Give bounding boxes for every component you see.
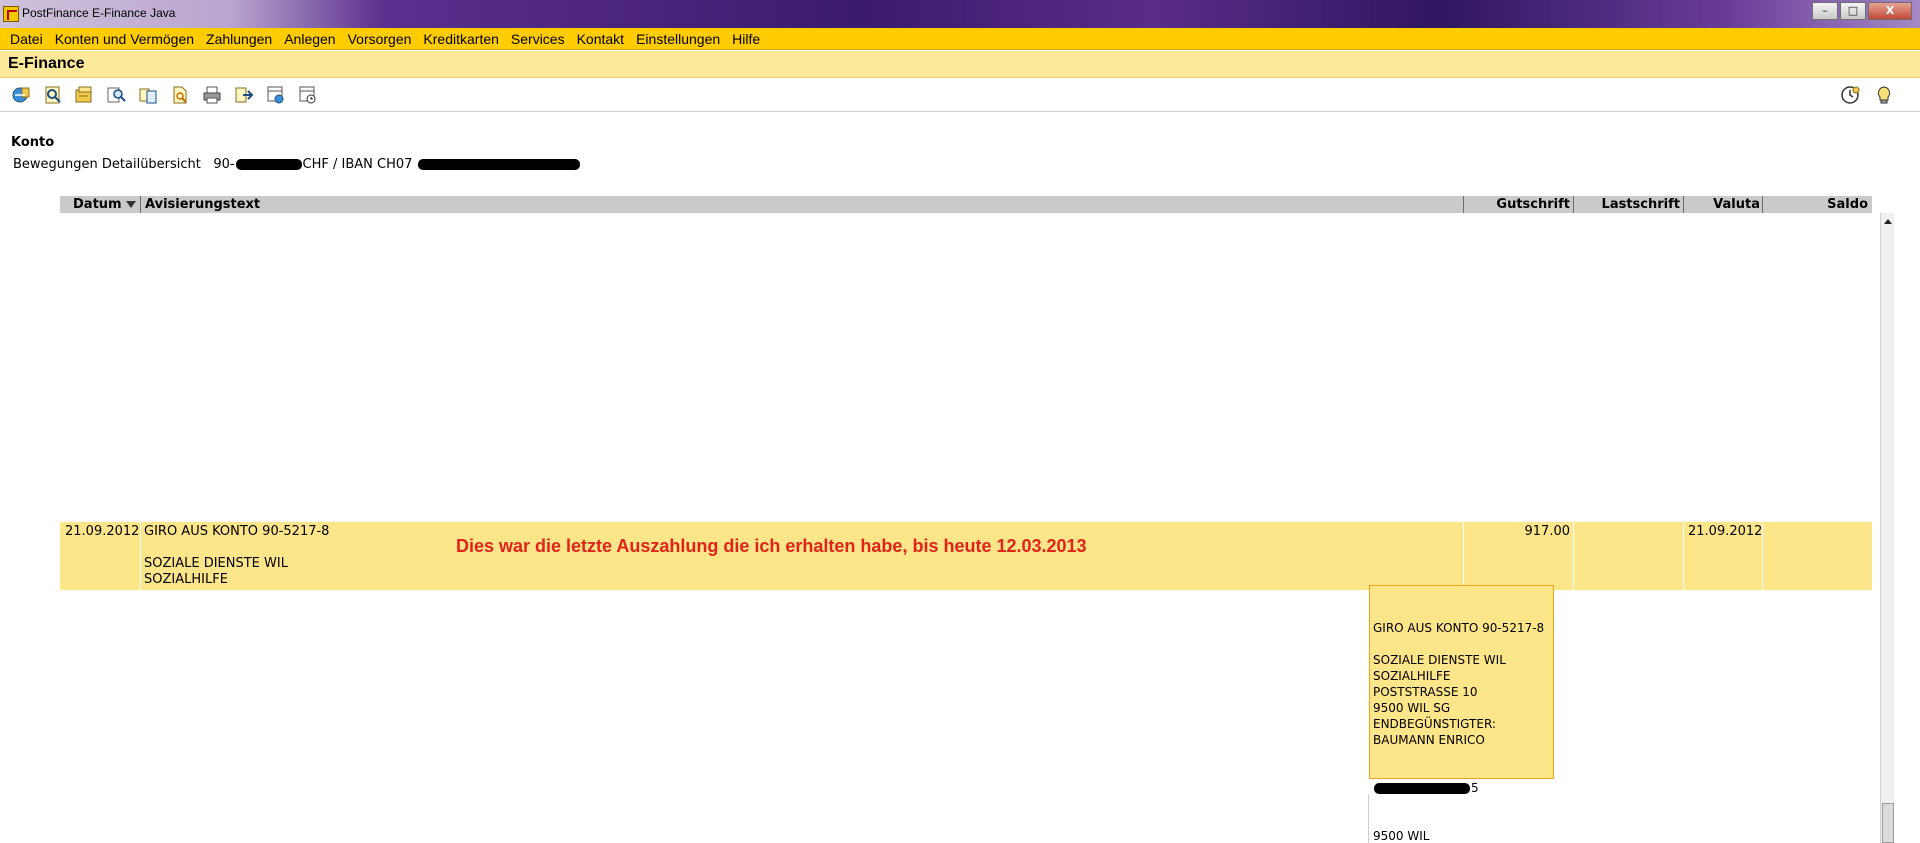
- column-header-datum[interactable]: Datum: [73, 197, 136, 212]
- column-header-gutschrift[interactable]: Gutschrift: [1464, 197, 1570, 212]
- tooltip-divider: [1368, 794, 1369, 843]
- close-button[interactable]: X: [1868, 2, 1912, 20]
- menu-kontakt[interactable]: Kontakt: [571, 31, 630, 47]
- redacted-account-number: [235, 159, 302, 170]
- window-controls: – □ X: [1812, 2, 1912, 20]
- currency-iban-label: CHF / IBAN CH07: [302, 157, 413, 172]
- preview-icon[interactable]: [266, 85, 286, 105]
- menu-anlegen[interactable]: Anlegen: [278, 31, 341, 47]
- scroll-up-icon[interactable]: [1881, 215, 1894, 228]
- export-icon[interactable]: [234, 85, 254, 105]
- sort-desc-icon: [125, 201, 136, 208]
- detail-label: Bewegungen Detailübersicht: [13, 157, 201, 172]
- menu-datei[interactable]: Datei: [4, 31, 49, 47]
- redacted-account: [1374, 783, 1470, 794]
- tooltip-text-top: GIRO AUS KONTO 90-5217-8 SOZIALE DIENSTE…: [1373, 621, 1545, 747]
- timer-document-icon[interactable]: [298, 85, 318, 105]
- account-detail-line: Bewegungen Detailübersicht 90- CHF / IBAN…: [13, 157, 581, 172]
- app-title: E-Finance: [8, 55, 85, 72]
- section-title: Konto: [11, 135, 55, 150]
- account-prefix: 90-: [213, 157, 235, 172]
- copy-documents-icon[interactable]: [138, 85, 158, 105]
- print-icon[interactable]: [202, 85, 222, 105]
- annotation-text: Dies war die letzte Auszahlung die ich e…: [456, 536, 1087, 556]
- accounts-overview-icon[interactable]: [11, 85, 31, 105]
- menu-konten-und-vermoegen[interactable]: Konten und Vermögen: [49, 31, 200, 47]
- menu-einstellungen[interactable]: Einstellungen: [630, 31, 726, 47]
- cell-avisierungstext: GIRO AUS KONTO 90-5217-8 SOZIALE DIENSTE…: [144, 524, 330, 587]
- vertical-scrollbar[interactable]: [1880, 213, 1894, 843]
- folders-icon[interactable]: [74, 85, 94, 105]
- window-title: PostFinance E-Finance Java: [22, 6, 176, 20]
- tooltip-redacted-line: 5: [1373, 780, 1550, 796]
- cell-datum: 21.09.2012: [65, 524, 140, 539]
- cell-gutschrift: 917.00: [1524, 524, 1571, 539]
- menu-services[interactable]: Services: [505, 31, 571, 47]
- menu-hilfe[interactable]: Hilfe: [726, 31, 766, 47]
- scroll-thumb[interactable]: [1882, 803, 1894, 843]
- column-header-saldo[interactable]: Saldo: [1763, 197, 1868, 212]
- search-file-icon[interactable]: [170, 85, 190, 105]
- table-header: Datum Avisierungstext Gutschrift Lastsch…: [60, 196, 1872, 213]
- maximize-button[interactable]: □: [1840, 2, 1866, 20]
- search-document-icon[interactable]: [43, 85, 63, 105]
- row-tooltip: GIRO AUS KONTO 90-5217-8 SOZIALE DIENSTE…: [1369, 585, 1554, 843]
- tips-bulb-icon[interactable]: [1874, 85, 1894, 105]
- column-header-lastschrift[interactable]: Lastschrift: [1574, 197, 1680, 212]
- app-icon: [3, 6, 19, 22]
- menu-bar: Datei Konten und Vermögen Zahlungen Anle…: [0, 28, 1920, 50]
- zoom-document-icon[interactable]: [106, 85, 126, 105]
- menu-kreditkarten[interactable]: Kreditkarten: [417, 31, 504, 47]
- window-titlebar: PostFinance E-Finance Java – □ X: [0, 0, 1920, 28]
- menu-vorsorgen[interactable]: Vorsorgen: [342, 31, 418, 47]
- menu-zahlungen[interactable]: Zahlungen: [200, 31, 278, 47]
- app-header: E-Finance: [0, 51, 1920, 78]
- tooltip-text-bottom: 9500 WIL MITTEILUNGEN: LEBENSUNTERHALT 1…: [1373, 829, 1430, 843]
- help-clock-icon[interactable]: [1840, 85, 1860, 105]
- minimize-button[interactable]: –: [1812, 2, 1838, 20]
- column-header-avisierungstext[interactable]: Avisierungstext: [145, 197, 260, 212]
- toolbar: [0, 78, 1920, 112]
- cell-valuta: 21.09.2012: [1688, 524, 1763, 539]
- redacted-iban: [417, 159, 580, 170]
- column-header-valuta[interactable]: Valuta: [1684, 197, 1760, 212]
